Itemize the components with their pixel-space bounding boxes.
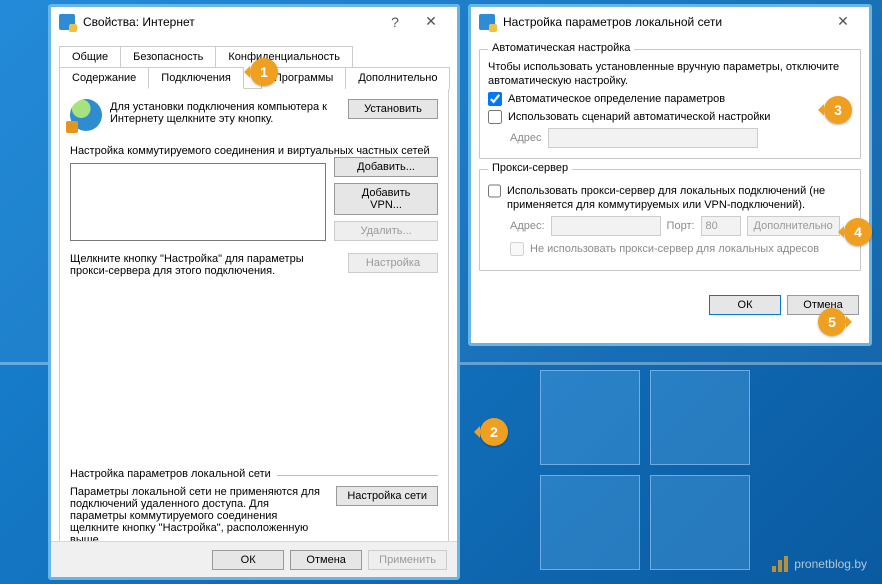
proxy-group: Прокси-сервер Использовать прокси-сервер… [479,169,861,271]
use-proxy-checkbox-row[interactable]: Использовать прокси-сервер для локальных… [488,184,852,212]
proxy-address-input [551,216,661,236]
dlg1-title: Свойства: Интернет [83,15,377,29]
auto-config-group: Автоматическая настройка Чтобы использов… [479,49,861,159]
lan-settings-button[interactable]: Настройка сети [336,486,438,506]
lan-settings-icon [479,14,495,30]
watermark-bars-icon [772,556,788,572]
bypass-local-checkbox [510,242,524,256]
use-script-checkbox[interactable] [488,110,502,124]
connections-pane: Для установки подключения компьютера к И… [59,89,449,557]
bypass-local-checkbox-row: Не использовать прокси-сервер для локаль… [510,242,852,256]
dlg2-titlebar[interactable]: Настройка параметров локальной сети ✕ [471,7,869,37]
dial-group-title: Настройка коммутируемого соединения и ви… [70,145,438,157]
dlg1-close-button[interactable]: ✕ [413,10,449,34]
callout-2: 2 [480,418,508,446]
dlg2-button-bar: ОК Отмена [471,289,869,325]
delete-button: Удалить... [334,221,438,241]
auto-config-text: Чтобы использовать установленные вручную… [488,60,852,88]
use-script-label: Использовать сценарий автоматической нас… [508,110,770,124]
dlg1-button-bar: ОК Отмена Применить [51,541,457,577]
dlg2-close-button[interactable]: ✕ [825,10,861,34]
auto-detect-label: Автоматическое определение параметров [508,92,725,106]
internet-options-icon [59,14,75,30]
callout-5: 5 [818,308,846,336]
script-address-row: Адрес [510,128,852,148]
proxy-legend: Прокси-сервер [488,162,572,174]
lan-group-title: Настройка параметров локальной сети [70,468,277,480]
dlg1-apply-button: Применить [368,550,447,570]
watermark-text: pronetblog.by [794,557,867,571]
lan-text: Параметры локальной сети не применяются … [70,486,328,546]
proxy-hint-text: Щелкните кнопку "Настройка" для параметр… [70,253,340,277]
proxy-address-row: Адрес: Порт: Дополнительно [510,216,852,236]
auto-detect-checkbox[interactable] [488,92,502,106]
use-script-checkbox-row[interactable]: Использовать сценарий автоматической нас… [488,110,852,124]
internet-properties-dialog: Свойства: Интернет ? ✕ Общие Безопасност… [50,6,458,578]
install-button[interactable]: Установить [348,99,438,119]
dlg1-titlebar[interactable]: Свойства: Интернет ? ✕ [51,7,457,37]
dlg2-title: Настройка параметров локальной сети [503,15,825,29]
script-address-label: Адрес [510,132,542,144]
callout-3: 3 [824,96,852,124]
connections-listbox[interactable] [70,163,326,241]
tab-privacy[interactable]: Конфиденциальность [215,46,353,67]
dlg1-ok-button[interactable]: ОК [212,550,284,570]
lan-settings-dialog: Настройка параметров локальной сети ✕ Ав… [470,6,870,344]
use-proxy-label: Использовать прокси-сервер для локальных… [507,184,852,212]
dlg1-cancel-button[interactable]: Отмена [290,550,362,570]
proxy-advanced-button: Дополнительно [747,216,840,236]
tab-connections[interactable]: Подключения [148,67,244,89]
callout-4: 4 [844,218,872,246]
bypass-local-label: Не использовать прокси-сервер для локаль… [530,242,819,256]
script-address-input [548,128,758,148]
watermark: pronetblog.by [772,556,867,572]
globe-icon [70,99,102,131]
tab-general[interactable]: Общие [59,46,121,67]
proxy-port-label: Порт: [667,220,695,232]
add-button[interactable]: Добавить... [334,157,438,177]
proxy-port-input [701,216,741,236]
auto-detect-checkbox-row[interactable]: Автоматическое определение параметров [488,92,852,106]
intro-text: Для установки подключения компьютера к И… [110,99,340,125]
callout-1: 1 [250,58,278,86]
tab-security[interactable]: Безопасность [120,46,216,67]
tab-advanced[interactable]: Дополнительно [345,67,450,89]
tab-content[interactable]: Содержание [59,67,149,89]
windows-logo [540,370,760,570]
settings-button: Настройка [348,253,438,273]
dlg2-ok-button[interactable]: ОК [709,295,781,315]
dlg1-help-button[interactable]: ? [377,10,413,34]
proxy-address-label: Адрес: [510,220,545,232]
add-vpn-button[interactable]: Добавить VPN... [334,183,438,215]
auto-config-legend: Автоматическая настройка [488,42,634,54]
use-proxy-checkbox[interactable] [488,184,501,198]
